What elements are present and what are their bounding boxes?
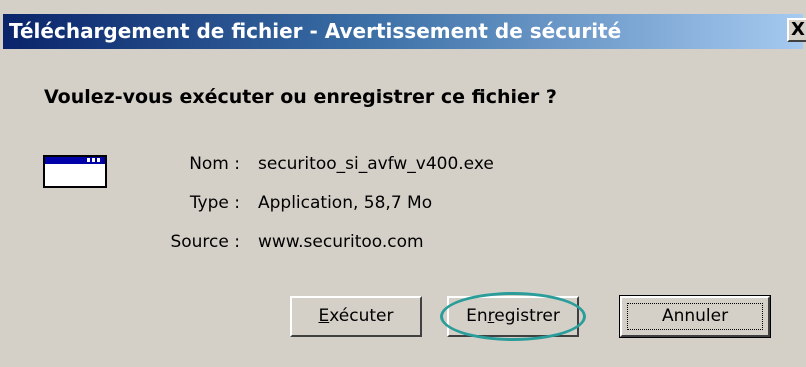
icon-window-controls xyxy=(87,158,101,162)
run-button-label: xécuter xyxy=(329,306,394,326)
file-source-label: Source : xyxy=(170,232,240,252)
save-button[interactable]: Enregistrer xyxy=(447,296,579,337)
file-name-label: Nom : xyxy=(189,154,240,174)
file-name-value: securitoo_si_avfw_v400.exe xyxy=(258,154,494,174)
focus-rectangle xyxy=(627,303,763,330)
cancel-button[interactable]: Annuler xyxy=(619,295,771,338)
file-source-value: www.securitoo.com xyxy=(258,232,424,252)
save-button-label-start: En xyxy=(466,306,488,326)
dialog-title: Téléchargement de fichier - Avertissemen… xyxy=(9,19,622,43)
dialog-question: Voulez-vous exécuter ou enregistrer ce f… xyxy=(44,86,557,108)
run-button[interactable]: Exécuter xyxy=(290,296,422,337)
save-button-label-end: egistrer xyxy=(494,306,560,326)
security-warning-dialog: Téléchargement de fichier - Avertissemen… xyxy=(0,0,806,367)
close-icon: X xyxy=(791,19,805,40)
close-button[interactable]: X xyxy=(787,18,806,42)
run-button-mnemonic: E xyxy=(318,306,330,326)
file-type-value: Application, 58,7 Mo xyxy=(258,193,433,213)
file-type-label: Type : xyxy=(189,193,240,213)
application-window-icon xyxy=(43,155,107,188)
title-bar[interactable]: Téléchargement de fichier - Avertissemen… xyxy=(3,14,806,49)
